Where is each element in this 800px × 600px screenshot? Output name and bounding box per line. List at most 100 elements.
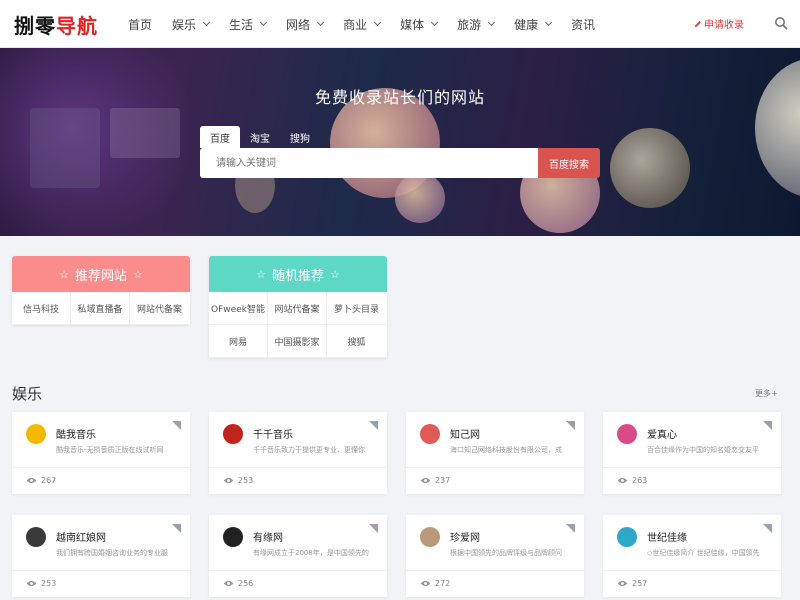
nav-item[interactable]: 首页 — [128, 16, 152, 33]
nav-item[interactable]: 商业 — [343, 16, 382, 33]
site-card[interactable]: 有缘网 有缘网成立于2008年，是中国领先的 256 — [209, 515, 387, 597]
site-link[interactable]: OFweek智能 — [209, 292, 268, 325]
apply-listing-link[interactable]: 申请收录 — [694, 16, 744, 31]
star-icon: ☆ — [330, 267, 340, 281]
site-card[interactable]: 知己网 海口知己网络科技股份有限公司，成 237 — [406, 412, 584, 494]
random-sites-grid: OFweek智能 网站代备案 萝卜头目录网易 中国摄影家 搜狐 — [209, 292, 387, 358]
view-count-value: 272 — [435, 579, 451, 588]
eye-icon — [420, 580, 431, 587]
search-engine-tab[interactable]: 百度 — [200, 126, 240, 148]
star-icon: ☆ — [256, 267, 266, 281]
eye-icon — [420, 477, 431, 484]
nav-item-label: 网络 — [286, 17, 311, 32]
chevron-down-icon — [374, 18, 382, 27]
corner-arrow-icon[interactable] — [566, 524, 575, 533]
nav-item[interactable]: 媒体 — [400, 16, 439, 33]
nav-item[interactable]: 生活 — [229, 16, 268, 33]
search-button[interactable]: 百度搜索 — [538, 148, 600, 178]
recommended-sites-card: ☆ 推荐网站 ☆ 信马科技 私域直播备 网站代备案 — [12, 256, 190, 325]
site-card[interactable]: 世纪佳缘 ◇世纪佳缘简介 世纪佳缘，中国领先 257 — [603, 515, 781, 597]
youyuan-icon — [223, 527, 243, 547]
vietnam-matchmaker-icon — [26, 527, 46, 547]
search-engine-tabs: 百度 淘宝 搜狗 — [200, 126, 320, 148]
nav-item-label: 首页 — [128, 17, 153, 32]
card-divider — [603, 570, 781, 571]
nav-item[interactable]: 健康 — [514, 16, 553, 33]
eye-icon — [223, 580, 234, 587]
chevron-down-icon — [488, 18, 496, 27]
nav-item[interactable]: 旅游 — [457, 16, 496, 33]
view-count: 267 — [26, 476, 56, 485]
site-card[interactable]: 越南红娘网 我们拥有跨国婚姻咨询业务的专业服 253 — [12, 515, 190, 597]
card-divider — [12, 467, 190, 468]
site-link[interactable]: 私域直播备 — [71, 292, 130, 325]
view-count-value: 257 — [632, 579, 648, 588]
nav-item-label: 媒体 — [400, 17, 425, 32]
chevron-down-icon — [202, 18, 211, 27]
corner-arrow-icon[interactable] — [369, 421, 378, 430]
site-card[interactable]: 爱真心百合佳缘作为中国的知名婚恋交友平 263 — [603, 412, 781, 494]
site-link[interactable]: 信马科技 — [12, 292, 71, 325]
site-card[interactable]: 千千音乐 千千音乐致力于提供更专业、更懂你 253 — [209, 412, 387, 494]
site-name: 世纪佳缘 — [647, 533, 687, 544]
chevron-down-icon — [545, 18, 553, 27]
random-sites-title: 随机推荐 — [271, 268, 324, 284]
site-link[interactable]: 网站代备案 — [130, 292, 189, 325]
eye-icon — [617, 477, 628, 484]
corner-arrow-icon[interactable] — [763, 421, 772, 430]
star-icon: ☆ — [59, 267, 69, 281]
card-divider — [209, 570, 387, 571]
zhenai-icon — [420, 527, 440, 547]
eye-icon — [617, 580, 628, 587]
nav-item-label: 商业 — [343, 17, 368, 32]
view-count: 253 — [26, 579, 56, 588]
site-logo[interactable]: 捌零导航 — [14, 10, 98, 39]
site-link[interactable]: 网站代备案 — [268, 292, 327, 325]
random-sites-card: ☆ 随机推荐 ☆ OFweek智能 网站代备案 萝卜头目录网易 中国摄影家 搜狐 — [209, 256, 387, 358]
nav-item[interactable]: 网络 — [286, 16, 325, 33]
nav-item-label: 资讯 — [571, 17, 596, 32]
hero-background-decoration — [110, 108, 180, 158]
hero-background-decoration — [610, 128, 690, 208]
site-link[interactable]: 中国摄影家 — [268, 325, 327, 358]
recommended-sites-title: 推荐网站 — [74, 268, 127, 284]
card-divider — [209, 467, 387, 468]
hero-background-decoration — [30, 108, 100, 188]
corner-arrow-icon[interactable] — [172, 421, 181, 430]
site-description: 海口知己网络科技股份有限公司，成 — [450, 446, 562, 454]
view-count: 263 — [617, 476, 647, 485]
site-link[interactable]: 搜狐 — [327, 325, 386, 358]
view-count-value: 253 — [41, 579, 57, 588]
card-divider — [603, 467, 781, 468]
corner-arrow-icon[interactable] — [172, 524, 181, 533]
more-link[interactable]: 更多+ — [755, 388, 778, 399]
corner-arrow-icon[interactable] — [566, 421, 575, 430]
site-name: 爱真心 — [647, 430, 677, 441]
search-engine-tab[interactable]: 搜狗 — [280, 126, 320, 148]
view-count: 272 — [420, 579, 450, 588]
corner-arrow-icon[interactable] — [369, 524, 378, 533]
card-divider — [12, 570, 190, 571]
nav-item-label: 生活 — [229, 17, 254, 32]
nav-item[interactable]: 娱乐 — [172, 16, 211, 33]
search-engine-tab[interactable]: 淘宝 — [240, 126, 280, 148]
search-input[interactable] — [200, 148, 538, 178]
site-link[interactable]: 网易 — [209, 325, 268, 358]
view-count-value: 237 — [435, 476, 451, 485]
site-name: 千千音乐 — [253, 430, 293, 441]
hero-title: 免费收录站长们的网站 — [314, 88, 485, 107]
jiayuan-icon — [617, 527, 637, 547]
site-card[interactable]: 酷我音乐 酷我音乐-无损音质正版在线试听网 267 — [12, 412, 190, 494]
search-icon[interactable] — [774, 16, 788, 30]
site-link[interactable]: 萝卜头目录 — [327, 292, 386, 325]
corner-arrow-icon[interactable] — [763, 524, 772, 533]
random-sites-header: ☆ 随机推荐 ☆ — [209, 256, 387, 292]
site-card[interactable]: 珍爱网 根据中国领先的品牌评级与品牌顾问 272 — [406, 515, 584, 597]
site-description: 千千音乐致力于提供更专业、更懂你 — [253, 446, 365, 454]
site-description: 酷我音乐-无损音质正版在线试听网 — [56, 446, 164, 454]
nav-item-label: 娱乐 — [172, 17, 197, 32]
nav-item-label: 健康 — [514, 17, 539, 32]
site-description: 百合佳缘作为中国的知名婚恋交友平 — [647, 446, 759, 454]
site-name: 越南红娘网 — [56, 533, 106, 544]
nav-item[interactable]: 资讯 — [571, 16, 595, 33]
